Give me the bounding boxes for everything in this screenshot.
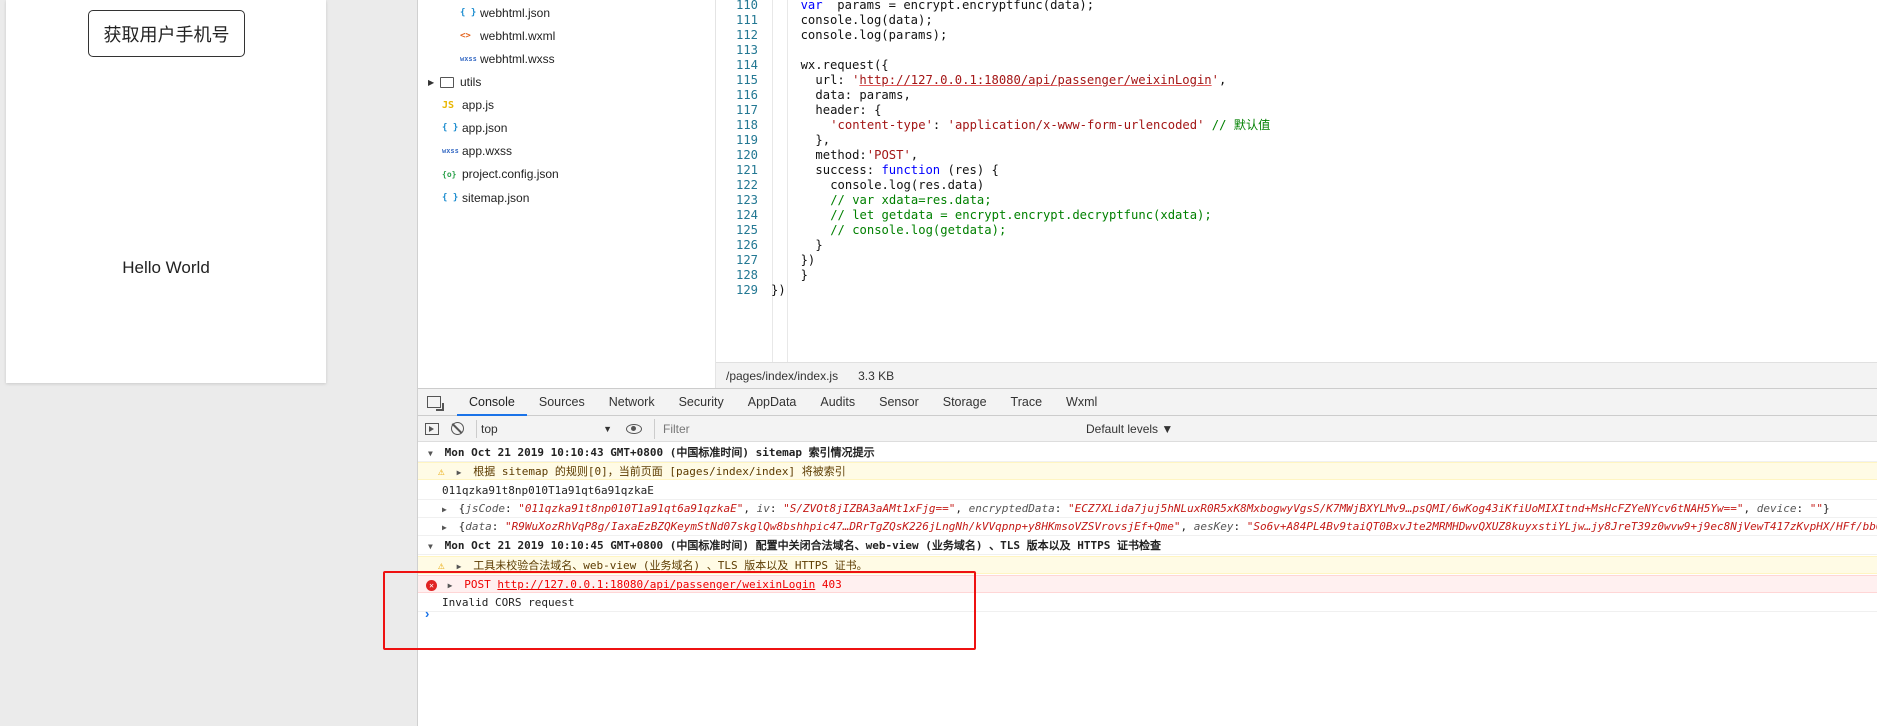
expand-arrow-icon: ▶ (447, 581, 453, 590)
expand-arrow-icon: ▶ (442, 523, 447, 532)
file-tree: { } webhtml.json <> webhtml.wxml wxss webhtml… (418, 0, 716, 388)
js-file-icon: JS (442, 99, 455, 111)
line-number: 129 (735, 283, 758, 297)
editor-status-bar: /pages/index/index.js 3.3 KB (716, 362, 1877, 388)
tab-wxml[interactable]: Wxml (1054, 389, 1109, 416)
console-toolbar: top ▼ Default levels ▼ (418, 416, 1877, 442)
error-url-link[interactable]: http://127.0.0.1:18080/api/passenger/wei… (497, 578, 815, 591)
devtools-tab-bar: Console Sources Network Security AppData Audi… (418, 388, 1877, 416)
console-object[interactable]: ▶ {data: "R9WuXozRhVqP8g/IaxaEzBZQKeymSt… (418, 518, 1877, 536)
file-tree-item[interactable]: { } app.json (442, 118, 507, 138)
file-tree-item[interactable]: ▶ utils (428, 72, 481, 92)
file-tree-item[interactable]: <> webhtml.wxml (460, 26, 555, 46)
log-levels-dropdown[interactable]: Default levels ▼ (1086, 422, 1173, 436)
file-tree-item[interactable]: { } webhtml.json (460, 3, 550, 23)
folder-icon (440, 76, 454, 88)
file-tree-label: sitemap.json (462, 191, 530, 205)
tab-storage[interactable]: Storage (931, 389, 999, 416)
simulator-area: 获取用户手机号 Hello World (0, 0, 417, 726)
console-output: ▼ Mon Oct 21 2019 10:10:43 GMT+0800 (中国标… (418, 442, 1877, 726)
code-text: }) (771, 283, 786, 297)
clear-console-icon[interactable] (451, 422, 464, 435)
tab-sources[interactable]: Sources (527, 389, 597, 416)
tab-trace[interactable]: Trace (999, 389, 1055, 416)
file-tree-item[interactable]: wxss app.wxss (442, 141, 512, 161)
warning-icon: ⚠ (438, 559, 445, 572)
tab-network[interactable]: Network (597, 389, 667, 416)
context-value: top (481, 421, 498, 436)
warning-text: 工具未校验合法域名、web-view (业务域名) 、TLS 版本以及 HTTP… (473, 559, 868, 572)
code-line[interactable]: 129}) (716, 281, 1877, 299)
wxml-file-icon: <> (460, 31, 471, 41)
ide-panel: { } webhtml.json <> webhtml.wxml wxss webhtml… (417, 0, 1877, 726)
context-select[interactable]: top ▼ (476, 419, 616, 438)
wxss-file-icon: wxss (460, 55, 477, 63)
error-method: POST (464, 578, 491, 591)
chevron-down-icon: ▼ (603, 423, 612, 434)
file-tree-label: app.json (462, 121, 508, 135)
error-status-code: 403 (821, 578, 842, 591)
tab-audits[interactable]: Audits (808, 389, 867, 416)
expand-arrow-icon: ▶ (456, 562, 462, 571)
file-tree-label: app.wxss (462, 144, 513, 158)
console-group-header[interactable]: ▼ Mon Oct 21 2019 10:10:45 GMT+0800 (中国标… (418, 537, 1877, 555)
file-tree-label: app.js (462, 98, 495, 112)
console-prompt[interactable]: › (425, 606, 429, 621)
file-tree-label: webhtml.wxml (480, 29, 556, 43)
console-group-header[interactable]: ▼ Mon Oct 21 2019 10:10:43 GMT+0800 (中国标… (418, 444, 1877, 462)
tab-console[interactable]: Console (457, 389, 527, 416)
warning-text: 根据 sitemap 的规则[0]，当前页面 [pages/index/inde… (473, 465, 846, 478)
code-editor[interactable]: 110 var params = encrypt.encryptfunc(data… (716, 0, 1877, 362)
expand-arrow-icon: ▶ (456, 468, 462, 477)
group-header-text: Mon Oct 21 2019 10:10:45 GMT+0800 (中国标准时… (444, 539, 1161, 552)
warning-icon: ⚠ (438, 465, 445, 478)
file-tree-label: webhtml.wxss (480, 52, 555, 66)
file-tree-label: webhtml.json (480, 6, 551, 20)
error-icon: ✕ (426, 579, 437, 591)
console-log: Invalid CORS request (418, 594, 1877, 612)
tab-sensor[interactable]: Sensor (867, 389, 931, 416)
expand-arrow-icon: ▶ (442, 505, 447, 514)
console-warning[interactable]: ⚠ ▶ 工具未校验合法域名、web-view (业务域名) 、TLS 版本以及 … (418, 556, 1877, 574)
json-file-icon: { } (460, 8, 477, 18)
tab-security[interactable]: Security (667, 389, 736, 416)
file-tree-item[interactable]: wxss webhtml.wxss (460, 49, 555, 69)
console-object[interactable]: ▶ {jsCode: "011qzka91t8np010T1a91qt6a91q… (418, 500, 1877, 518)
config-file-icon: {o} (442, 169, 457, 179)
console-log: 011qzka91t8np010T1a91qt6a91qzkaE (418, 482, 1877, 500)
console-warning[interactable]: ⚠ ▶ 根据 sitemap 的规则[0]，当前页面 [pages/index/… (418, 462, 1877, 480)
eye-icon[interactable] (626, 423, 642, 434)
file-tree-label: project.config.json (462, 167, 559, 181)
console-error[interactable]: ✕ ▶ POST http://127.0.0.1:18080/api/pass… (418, 575, 1877, 593)
show-sidebar-icon[interactable] (425, 422, 439, 435)
json-file-icon: { } (442, 123, 459, 133)
get-phone-number-button[interactable]: 获取用户手机号 (88, 10, 245, 57)
tab-appdata[interactable]: AppData (736, 389, 809, 416)
group-header-text: Mon Oct 21 2019 10:10:43 GMT+0800 (中国标准时… (444, 446, 875, 459)
file-path: /pages/index/index.js (726, 368, 839, 383)
phone-screen: 获取用户手机号 Hello World (6, 0, 326, 383)
expand-arrow-icon[interactable]: ▶ (428, 78, 440, 87)
file-size: 3.3 KB (858, 368, 895, 383)
hello-world-text: Hello World (122, 258, 210, 277)
wxss-file-icon: wxss (442, 147, 459, 155)
json-file-icon: { } (442, 193, 459, 203)
inspect-element-icon[interactable] (427, 396, 444, 411)
file-tree-item[interactable]: {o} project.config.json (442, 164, 559, 184)
file-tree-item[interactable]: JS app.js (442, 95, 494, 115)
file-tree-label: utils (460, 75, 482, 89)
file-tree-item[interactable]: { } sitemap.json (442, 188, 529, 208)
filter-input[interactable] (654, 418, 1078, 439)
log-text: 011qzka91t8np010T1a91qt6a91qzkaE (442, 484, 654, 497)
log-text: Invalid CORS request (442, 596, 575, 609)
